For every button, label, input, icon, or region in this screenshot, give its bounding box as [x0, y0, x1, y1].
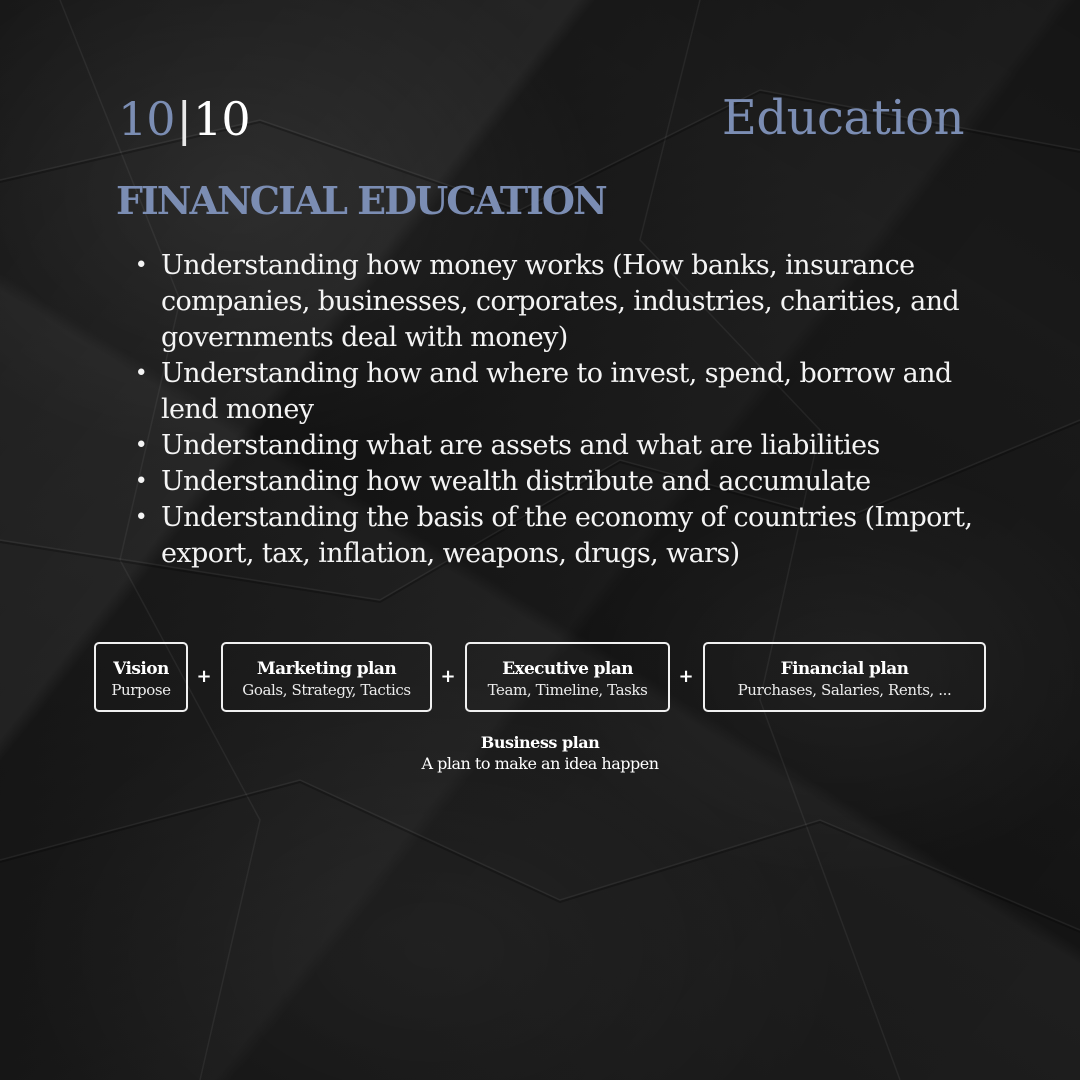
- marketing-plan-box: Marketing plan Goals, Strategy, Tactics: [221, 642, 432, 712]
- list-item-text: Understanding the basis of the economy o…: [161, 502, 973, 569]
- list-item: • Understanding what are assets and what …: [133, 428, 973, 464]
- list-item-text: Understanding what are assets and what a…: [161, 430, 880, 461]
- box-title: Executive plan: [502, 659, 633, 679]
- box-title: Financial plan: [780, 659, 909, 679]
- list-item: • Understanding the basis of the economy …: [133, 500, 973, 572]
- bullet-dot: •: [134, 253, 148, 278]
- plus-sign: +: [678, 666, 694, 687]
- page-current: 10: [118, 92, 176, 146]
- list-item-text: Understanding how wealth distribute and …: [161, 466, 871, 497]
- list-item: • Understanding how wealth distribute and…: [133, 464, 973, 500]
- page-counter: 10|10: [118, 92, 251, 146]
- plus-sign: +: [196, 666, 212, 687]
- list-item-text: Understanding how and where to invest, s…: [161, 358, 952, 425]
- box-subtitle: Purchases, Salaries, Rents, ...: [737, 681, 952, 699]
- plus-sign: +: [440, 666, 456, 687]
- caption-title: Business plan: [480, 733, 600, 752]
- bullet-dot: •: [134, 361, 148, 386]
- bullet-dot: •: [134, 505, 148, 530]
- business-plan-caption: Business plan A plan to make an idea hap…: [340, 732, 740, 774]
- executive-plan-box: Executive plan Team, Timeline, Tasks: [465, 642, 670, 712]
- page-total: 10: [193, 92, 251, 146]
- box-subtitle: Team, Timeline, Tasks: [487, 681, 648, 699]
- box-title: Marketing plan: [256, 659, 397, 679]
- vision-box: Vision Purpose: [94, 642, 188, 712]
- section-title: FINANCIAL EDUCATION: [116, 178, 608, 223]
- box-subtitle: Purpose: [111, 681, 171, 699]
- page-separator: |: [176, 92, 192, 146]
- bullet-list: • Understanding how money works (How bank…: [133, 248, 973, 572]
- financial-plan-box: Financial plan Purchases, Salaries, Rent…: [703, 642, 986, 712]
- list-item-text: Understanding how money works (How banks…: [161, 250, 960, 353]
- topic-title: Education: [721, 90, 965, 146]
- bullet-dot: •: [134, 433, 148, 458]
- box-subtitle: Goals, Strategy, Tactics: [242, 681, 411, 699]
- list-item: • Understanding how money works (How bank…: [133, 248, 973, 356]
- box-title: Vision: [113, 659, 169, 679]
- list-item: • Understanding how and where to invest, …: [133, 356, 973, 428]
- bullet-dot: •: [134, 469, 148, 494]
- caption-subtitle: A plan to make an idea happen: [421, 754, 659, 773]
